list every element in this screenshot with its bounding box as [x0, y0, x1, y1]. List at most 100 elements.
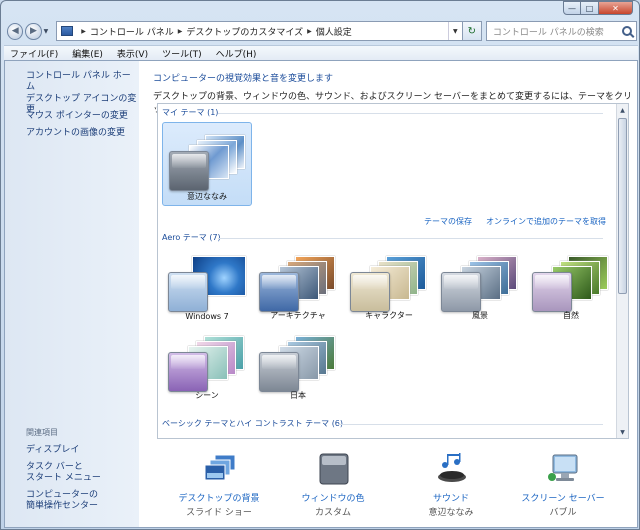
- scroll-down-button[interactable]: ▼: [617, 426, 628, 438]
- desktop-background-value: スライド ショー: [186, 508, 252, 518]
- page-title: コンピューターの視覚効果と音を変更します: [153, 74, 334, 84]
- theme-tile-nature[interactable]: 自然: [526, 244, 616, 324]
- sidebar-display[interactable]: ディスプレイ: [26, 445, 79, 456]
- minimize-button[interactable]: —: [563, 1, 581, 15]
- screen-saver-value: バブル: [549, 508, 577, 518]
- refresh-button[interactable]: ↻: [462, 21, 482, 41]
- window-controls: — □ ✕: [563, 1, 633, 15]
- window-color-swatch: [168, 352, 208, 392]
- sounds-button[interactable]: サウンド 意辺ななみ: [391, 453, 511, 525]
- theme-list-scrollbar[interactable]: ▲ ▼: [616, 104, 628, 438]
- sidebar-ease-of-access-center[interactable]: コンピューターの 簡単操作センター: [26, 490, 98, 512]
- theme-name: 風景: [472, 311, 488, 320]
- main-panel: コンピューターの視覚効果と音を変更します デスクトップの背景、ウィンドウの色、サ…: [139, 61, 637, 527]
- theme-preview: [350, 256, 428, 312]
- scroll-up-button[interactable]: ▲: [617, 104, 628, 116]
- address-bar[interactable]: ▶ コントロール パネル ▶ デスクトップのカスタマイズ ▶ 個人設定 ▼: [56, 21, 463, 41]
- group-basic-high-contrast[interactable]: ベーシック テーマとハイ コントラスト テーマ (6): [162, 418, 343, 429]
- breadcrumb-separator[interactable]: ▶: [81, 28, 86, 35]
- screen-saver-label: スクリーン セーバー: [521, 494, 605, 504]
- theme-tile-landscapes[interactable]: 風景: [435, 244, 525, 324]
- window-color-swatch: [259, 272, 299, 312]
- recent-pages-dropdown[interactable]: ▼: [42, 28, 51, 35]
- theme-tile-scenes[interactable]: シーン: [162, 324, 252, 404]
- window-color-value: カスタム: [314, 508, 351, 518]
- theme-preview: [532, 256, 610, 312]
- window-color-swatch: [168, 272, 208, 312]
- breadcrumb-separator[interactable]: ▶: [307, 28, 312, 35]
- breadcrumb-separator[interactable]: ▶: [178, 28, 183, 35]
- control-panel-icon: [61, 26, 74, 36]
- theme-name: 日本: [290, 391, 306, 400]
- theme-preview: [168, 256, 246, 312]
- window-frame: — □ ✕ ◀ ▶ ▼ ▶ コントロール パネル ▶ デスクトップのカスタマイズ…: [0, 0, 640, 530]
- window-color-label: ウィンドウの色: [301, 494, 365, 504]
- group-divider: [338, 424, 603, 425]
- theme-preview: [441, 256, 519, 312]
- maximize-button[interactable]: □: [581, 1, 599, 15]
- breadcrumb-control-panel[interactable]: コントロール パネル: [90, 25, 174, 38]
- window-color-swatch: [259, 352, 299, 392]
- theme-tile-windows-7[interactable]: Windows 7: [162, 244, 252, 324]
- group-my-themes[interactable]: マイ テーマ (1): [162, 107, 218, 118]
- theme-name: シーン: [195, 391, 219, 400]
- theme-preview: [259, 256, 337, 312]
- menu-bar: ファイル(F) 編集(E) 表示(V) ツール(T) ヘルプ(H): [4, 45, 638, 60]
- desktop-background-button[interactable]: デスクトップの背景 スライド ショー: [159, 453, 279, 525]
- search-icon[interactable]: [622, 26, 632, 36]
- breadcrumb-personalization[interactable]: 個人設定: [316, 25, 352, 38]
- sidebar-taskbar-start-menu[interactable]: タスク バーと スタート メニュー: [26, 462, 101, 484]
- theme-tile-characters[interactable]: キャラクター: [344, 244, 434, 324]
- menu-file[interactable]: ファイル(F): [10, 47, 58, 60]
- sidebar-change-account-picture[interactable]: アカウントの画像の変更: [26, 128, 125, 139]
- window-color-swatch: [532, 272, 572, 312]
- search-placeholder: コントロール パネルの検索: [492, 27, 604, 38]
- content-area: コントロール パネル ホーム デスクトップ アイコンの変更 マウス ポインターの…: [4, 60, 638, 528]
- screen-saver-icon: [548, 454, 578, 481]
- window-color-swatch: [350, 272, 390, 312]
- sidebar: コントロール パネル ホーム デスクトップ アイコンの変更 マウス ポインターの…: [5, 61, 139, 527]
- back-button[interactable]: ◀: [7, 22, 24, 40]
- menu-tools[interactable]: ツール(T): [162, 47, 202, 60]
- get-more-themes-online-link[interactable]: オンラインで追加のテーマを取得: [486, 216, 606, 227]
- window-color-icon: [319, 453, 349, 485]
- theme-name: 自然: [563, 311, 579, 320]
- breadcrumb-desktop-customization[interactable]: デスクトップのカスタマイズ: [186, 25, 303, 38]
- theme-name: アーキテクチャ: [270, 311, 326, 320]
- theme-name: Windows 7: [185, 312, 229, 321]
- search-input[interactable]: コントロール パネルの検索: [485, 21, 637, 41]
- menu-help[interactable]: ヘルプ(H): [216, 47, 257, 60]
- theme-tile-my-theme[interactable]: 意辺ななみ: [162, 122, 252, 206]
- close-button[interactable]: ✕: [599, 1, 633, 15]
- theme-preview: [169, 135, 247, 191]
- address-history-dropdown[interactable]: ▼: [447, 22, 462, 40]
- theme-tile-japan[interactable]: 日本: [253, 324, 343, 404]
- theme-preview: [168, 336, 246, 392]
- forward-button[interactable]: ▶: [25, 22, 42, 40]
- sounds-label: サウンド: [432, 494, 469, 504]
- see-also-header: 関連項目: [26, 428, 58, 437]
- group-divider: [218, 238, 603, 239]
- menu-view[interactable]: 表示(V): [117, 47, 148, 60]
- theme-preview: [259, 336, 337, 392]
- theme-name: 意辺ななみ: [187, 192, 227, 201]
- menu-edit[interactable]: 編集(E): [72, 47, 103, 60]
- group-divider: [218, 113, 603, 114]
- theme-list[interactable]: マイ テーマ (1) 意辺ななみ テーマの保存 オンラインで追加のテーマを取得 …: [157, 103, 629, 439]
- sidebar-control-panel-home[interactable]: コントロール パネル ホーム: [26, 71, 139, 93]
- group-aero-themes[interactable]: Aero テーマ (7): [162, 232, 221, 243]
- navigation-bar: ◀ ▶ ▼ ▶ コントロール パネル ▶ デスクトップのカスタマイズ ▶ 個人設…: [5, 18, 637, 44]
- sounds-value: 意辺ななみ: [428, 508, 474, 518]
- scroll-thumb[interactable]: [618, 118, 627, 294]
- window-color-button[interactable]: ウィンドウの色 カスタム: [273, 453, 393, 525]
- window-color-swatch: [169, 151, 209, 191]
- save-theme-link[interactable]: テーマの保存: [424, 216, 472, 227]
- screen-saver-button[interactable]: スクリーン セーバー バブル: [503, 453, 623, 525]
- desktop-background-icon: [204, 454, 236, 481]
- theme-name: キャラクター: [365, 311, 413, 320]
- window-color-swatch: [441, 272, 481, 312]
- desktop-background-label: デスクトップの背景: [178, 494, 260, 504]
- theme-tile-architecture[interactable]: アーキテクチャ: [253, 244, 343, 324]
- sounds-icon: [438, 453, 466, 482]
- sidebar-change-mouse-pointers[interactable]: マウス ポインターの変更: [26, 111, 128, 122]
